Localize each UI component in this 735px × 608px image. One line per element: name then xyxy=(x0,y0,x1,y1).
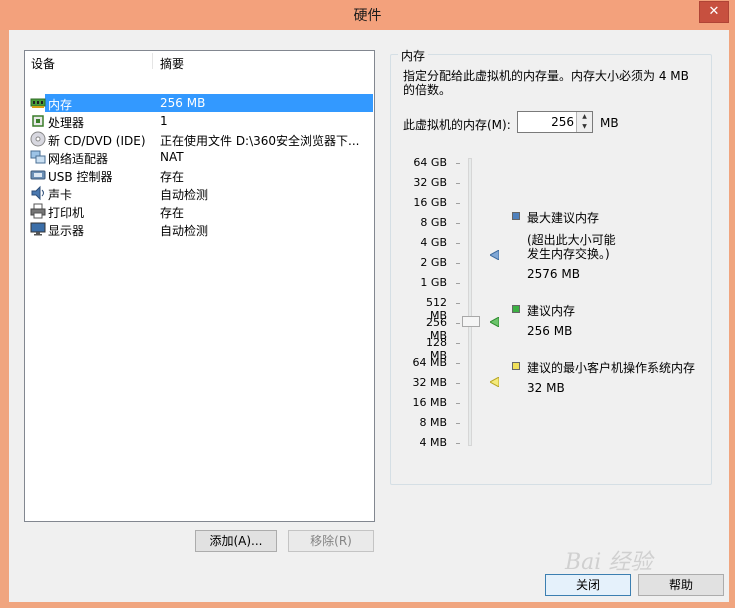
device-row-processor[interactable]: 处理器 1 xyxy=(26,112,374,130)
device-list[interactable]: 设备 摘要 内存 256 MB 处理器 1 新 CD/DVD (IDE) 正在使… xyxy=(24,50,375,522)
device-row-cd-dvd[interactable]: 新 CD/DVD (IDE) 正在使用文件 D:\360安全浏览器下... xyxy=(26,130,374,148)
device-name: 处理器 xyxy=(48,116,85,130)
memory-value[interactable]: 256 xyxy=(551,115,574,129)
device-name: 打印机 xyxy=(48,206,85,220)
recommended-swatch xyxy=(512,305,520,313)
scale-tick xyxy=(456,183,460,184)
help-button[interactable]: 帮助 xyxy=(638,574,724,596)
dialog-client: 设备 摘要 内存 256 MB 处理器 1 新 CD/DVD (IDE) 正在使… xyxy=(9,30,729,602)
title-bar: 硬件 ✕ xyxy=(0,0,735,30)
watermark-logo: Bai 经验 xyxy=(565,550,653,575)
max-recommended-swatch xyxy=(512,212,520,220)
recommended-marker-icon xyxy=(490,317,499,327)
device-name: 声卡 xyxy=(48,188,73,202)
scale-tick xyxy=(456,423,460,424)
scale-label: 8 MB xyxy=(419,416,447,429)
device-row-sound-card[interactable]: 声卡 自动检测 xyxy=(26,184,374,202)
scale-tick xyxy=(456,223,460,224)
memory-spinbox[interactable]: 256 ▲ ▼ xyxy=(517,111,593,133)
scale-label: 64 GB xyxy=(413,156,447,169)
min-recommended-marker-icon xyxy=(490,377,499,387)
min-recommended-title: 建议的最小客户机操作系统内存 xyxy=(527,361,696,375)
device-summary: 自动检测 xyxy=(160,188,209,202)
scale-tick xyxy=(456,263,460,264)
device-summary: 存在 xyxy=(160,206,185,220)
scale-tick xyxy=(456,203,460,204)
device-summary: 1 xyxy=(160,114,168,128)
device-row-display[interactable]: 显示器 自动检测 xyxy=(26,220,374,238)
memory-slider-thumb[interactable] xyxy=(462,316,480,327)
scale-label: 16 MB xyxy=(412,396,447,409)
remove-button[interactable]: 移除(R) xyxy=(288,530,374,552)
scale-tick xyxy=(456,383,460,384)
memory-field-label: 此虚拟机的内存(M): xyxy=(403,118,511,132)
network-adapter-icon xyxy=(30,150,46,164)
device-row-printer[interactable]: 打印机 存在 xyxy=(26,202,374,220)
device-row-usb-controller[interactable]: USB 控制器 存在 xyxy=(26,166,374,184)
scale-label: 4 MB xyxy=(419,436,447,449)
printer-icon xyxy=(30,203,46,219)
device-row-network-adapter[interactable]: 网络适配器 NAT xyxy=(26,148,374,166)
memory-icon xyxy=(30,98,46,108)
window-title: 硬件 xyxy=(353,8,382,24)
device-name: USB 控制器 xyxy=(48,170,113,184)
scale-label: 32 GB xyxy=(413,176,447,189)
scale-label: 32 MB xyxy=(412,376,447,389)
device-summary: NAT xyxy=(160,150,184,164)
close-button[interactable]: 关闭 xyxy=(545,574,631,596)
scale-label: 4 GB xyxy=(420,236,447,249)
min-recommended-swatch xyxy=(512,362,520,370)
device-name: 内存 xyxy=(48,98,73,112)
memory-description: 指定分配给此虚拟机的内存量。内存大小必须为 4 MB 的倍数。 xyxy=(403,69,689,97)
scale-label: 1 GB xyxy=(420,276,447,289)
device-row-memory[interactable]: 内存 256 MB xyxy=(26,94,374,112)
scale-tick xyxy=(456,163,460,164)
column-header-device[interactable]: 设备 xyxy=(31,55,55,72)
processor-icon xyxy=(32,115,44,127)
scale-label: 8 GB xyxy=(420,216,447,229)
max-recommended-title: 最大建议内存 xyxy=(527,211,600,225)
display-icon xyxy=(30,222,46,236)
scale-tick xyxy=(456,243,460,244)
scale-tick xyxy=(456,343,460,344)
scale-tick xyxy=(456,323,460,324)
max-recommended-value: 2576 MB xyxy=(527,267,580,281)
memory-slider-track[interactable] xyxy=(468,158,472,446)
device-name: 新 CD/DVD (IDE) xyxy=(48,134,146,148)
scale-label: 64 MB xyxy=(412,356,447,369)
cd-dvd-icon xyxy=(30,131,46,147)
max-recommended-note-line1: (超出此大小可能 xyxy=(527,233,616,247)
spin-down-arrow-icon[interactable]: ▼ xyxy=(576,122,592,132)
memory-unit: MB xyxy=(600,116,619,130)
scale-tick xyxy=(456,363,460,364)
usb-icon xyxy=(30,170,46,180)
sound-card-icon xyxy=(31,185,44,201)
scale-tick xyxy=(456,403,460,404)
device-summary: 自动检测 xyxy=(160,224,209,238)
add-button[interactable]: 添加(A)... xyxy=(195,530,277,552)
scale-label: 2 GB xyxy=(420,256,447,269)
device-name: 网络适配器 xyxy=(48,152,109,166)
column-header-summary[interactable]: 摘要 xyxy=(160,55,184,72)
scale-label: 16 GB xyxy=(413,196,447,209)
device-summary: 正在使用文件 D:\360安全浏览器下... xyxy=(160,134,360,148)
column-separator[interactable] xyxy=(152,53,153,69)
recommended-title: 建议内存 xyxy=(527,304,576,318)
device-name: 显示器 xyxy=(48,224,85,238)
scale-tick xyxy=(456,443,460,444)
memory-group-title: 内存 xyxy=(398,47,429,64)
device-summary: 存在 xyxy=(160,170,185,184)
window-close-button[interactable]: ✕ xyxy=(699,1,729,23)
max-recommended-marker-icon xyxy=(490,250,499,260)
min-recommended-value: 32 MB xyxy=(527,381,565,395)
scale-tick xyxy=(456,303,460,304)
scale-tick xyxy=(456,283,460,284)
recommended-value: 256 MB xyxy=(527,324,573,338)
device-summary: 256 MB xyxy=(160,96,206,110)
max-recommended-note-line2: 发生内存交换。) xyxy=(527,247,610,261)
